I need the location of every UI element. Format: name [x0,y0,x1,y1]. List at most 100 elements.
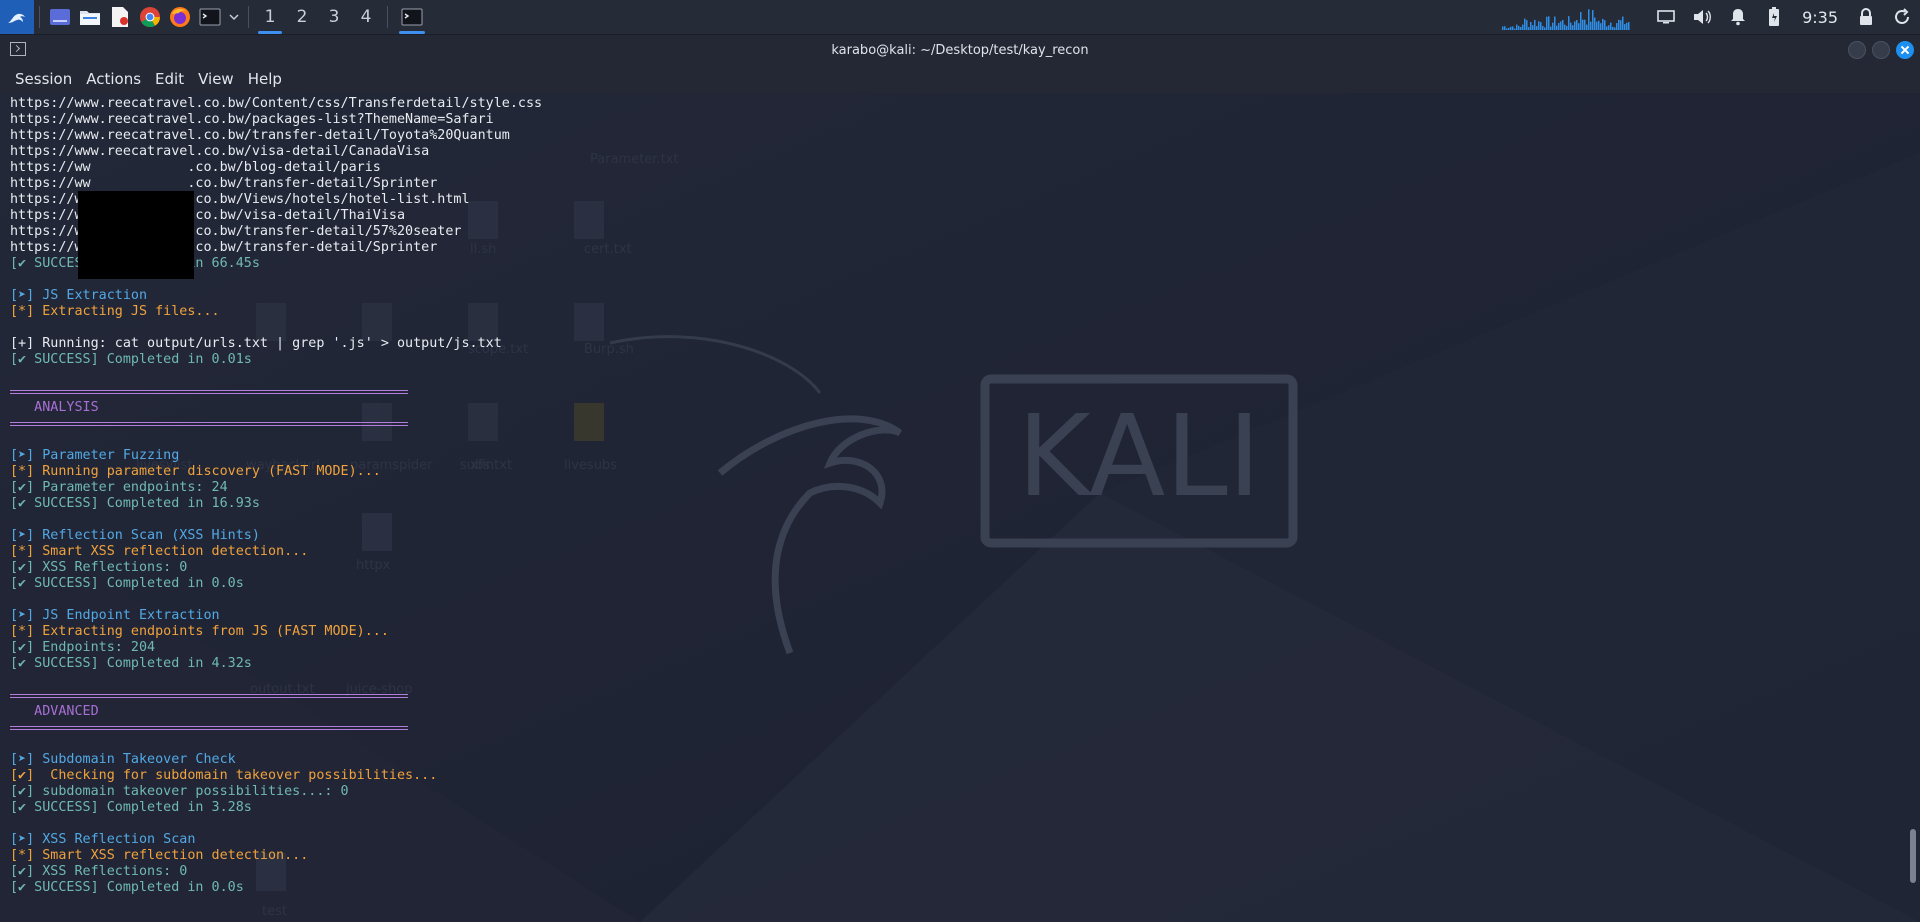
terminal-line: [*] Running parameter discovery (FAST MO… [10,464,381,479]
scrollbar-thumb[interactable] [1910,829,1916,883]
cpu-graph-bar [1622,16,1624,30]
terminal-line: [*] Extracting JS files... [10,304,220,319]
desktop-label: cert.txt [584,242,632,257]
terminal-output-area[interactable]: KALI Parameter.txt ll.sh cert.txt scope.… [0,93,1920,922]
cpu-graph-bar [1574,21,1576,30]
workspace-4[interactable]: 4 [350,0,382,34]
window-controls [1848,41,1914,59]
maximize-button[interactable] [1872,41,1890,59]
battery-icon[interactable] [1756,0,1792,34]
cpu-graph-bar [1504,26,1506,30]
taskbar: 1 2 3 4 9:35 [0,0,1920,35]
terminal-line: https://www.reecatravel.co.bw/visa-detai… [10,144,430,159]
chrome-icon[interactable] [135,0,165,34]
desktop-label: test [262,904,287,919]
cpu-graph-icon[interactable] [1502,4,1632,30]
clock[interactable]: 9:35 [1792,8,1848,27]
terminal-task-button[interactable] [393,0,431,34]
terminal-line: [*] Extracting endpoints from JS (FAST M… [10,624,389,639]
menu-view[interactable]: View [191,70,241,88]
cpu-graph-bar [1562,19,1564,30]
terminal-line: [✔ SUCCESS] Completed in 0.0s [10,576,244,591]
workspace-1[interactable]: 1 [254,0,286,34]
cpu-graph-bar [1528,27,1530,30]
minimize-button[interactable] [1848,41,1866,59]
power-restart-icon[interactable] [1884,0,1920,34]
cpu-graph-bar [1560,21,1562,30]
display-icon[interactable] [1648,0,1684,34]
window-title: karabo@kali: ~/Desktop/test/kay_recon [831,42,1089,58]
menu-session[interactable]: Session [8,70,79,88]
cpu-graph-bar [1572,25,1574,30]
cpu-graph-bar [1508,27,1510,30]
cpu-graph-bar [1612,26,1614,30]
text-editor-icon[interactable] [105,0,135,34]
cpu-graph-bar [1510,26,1512,30]
terminal-window-icon[interactable] [10,42,26,56]
notification-bell-icon[interactable] [1720,0,1756,34]
cpu-graph-bar [1516,24,1518,30]
cpu-graph-bar [1544,27,1546,30]
cpu-graph-bar [1594,17,1596,30]
section-heading: ADVANCED [10,704,99,719]
section-heading: ANALYSIS [10,400,99,415]
terminal-line: https://www.reecatravel.co.bw/packages-l… [10,112,494,127]
terminal-line: [➤] JS Extraction [10,288,148,303]
cpu-graph-bar [1578,23,1580,30]
cpu-graph-bar [1566,25,1568,30]
cpu-graph-bar [1512,26,1514,30]
terminal-line: [✔ SUCCESS] Completed in 4.32s [10,656,252,671]
terminal-line: [✔ SUCCESS] Completed in 16.93s [10,496,260,511]
workspace-3[interactable]: 3 [318,0,350,34]
cpu-graph-bar [1596,21,1598,30]
taskbar-separator [387,6,388,28]
cpu-graph-bar [1590,21,1592,30]
window-titlebar[interactable]: karabo@kali: ~/Desktop/test/kay_recon [0,35,1920,65]
cpu-graph-bar [1618,19,1620,30]
file-manager-icon[interactable] [75,0,105,34]
cpu-graph-bar [1604,20,1606,30]
terminal-launcher-icon[interactable] [195,0,225,34]
terminal-line: [✔] Parameter endpoints: 24 [10,480,228,495]
menu-actions[interactable]: Actions [79,70,148,88]
lock-screen-icon[interactable] [1848,0,1884,34]
terminal-line: https://www.reecatravel.co.bw/Content/cs… [10,96,543,111]
cpu-graph-bar [1576,20,1578,30]
cpu-graph-bar [1538,21,1540,30]
desktop-label: livesubs [564,458,617,473]
terminal-line: [➤] Reflection Scan (XSS Hints) [10,528,260,543]
show-desktop-icon[interactable] [45,0,75,34]
cpu-graph-bar [1550,26,1552,30]
terminal-line: [➤] XSS Reflection Scan [10,832,196,847]
workspace-2[interactable]: 2 [286,0,318,34]
terminal-line: [✔ SUCCESS] Completed in 3.28s [10,800,252,815]
cpu-graph-bar [1536,26,1538,30]
cpu-graph-bar [1506,28,1508,30]
terminal-scrollbar[interactable] [1910,101,1916,919]
cpu-graph-bar [1568,16,1570,30]
cpu-graph-bar [1592,10,1594,30]
menu-help[interactable]: Help [241,70,289,88]
terminal-line: [✔ SUCCESS] Completed in 0.0s [10,880,244,895]
firefox-icon[interactable] [165,0,195,34]
volume-icon[interactable] [1684,0,1720,34]
desktop-label: Parameter.txt [590,152,678,167]
cpu-graph-bar [1530,22,1532,30]
kali-menu-icon[interactable] [0,0,34,34]
terminal-line: [✔] XSS Reflections: 0 [10,864,188,879]
terminal-line: [✔] Endpoints: 204 [10,640,156,655]
close-button[interactable] [1896,41,1914,59]
cpu-graph-bar [1556,25,1558,30]
cpu-graph-bar [1586,24,1588,30]
section-divider [10,384,542,400]
desktop-label: Burp.sh [584,342,634,357]
terminal-line: [+] Running: cat output/urls.txt | grep … [10,336,502,351]
cpu-graph-bar [1606,26,1608,30]
launcher-dropdown-chevron-icon[interactable] [225,0,243,34]
menu-edit[interactable]: Edit [148,70,191,88]
terminal-line: [*] Smart XSS reflection detection... [10,544,309,559]
cpu-graph-bar [1608,25,1610,30]
cpu-graph-bar [1534,19,1536,30]
